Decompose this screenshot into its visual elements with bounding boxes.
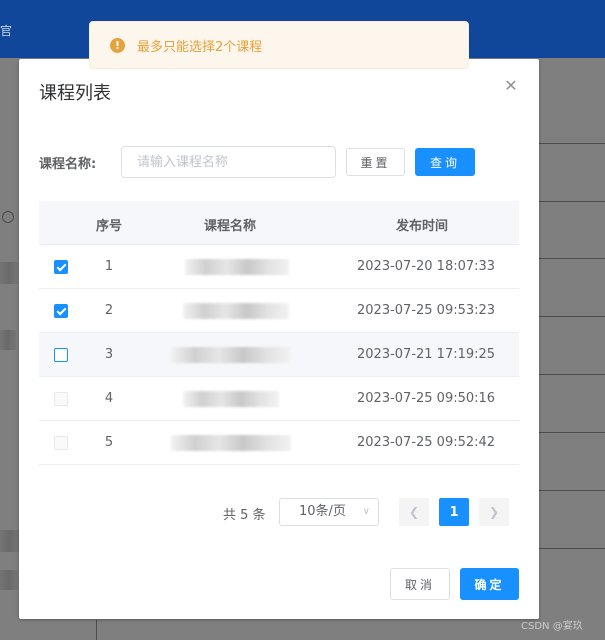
row-index: 3 [104,347,114,362]
dialog-title: 课程列表 [39,83,111,104]
course-name-blurred [171,343,291,367]
row-index: 1 [104,259,114,274]
table-row: 5 2023-07-25 09:52:42 [39,421,519,465]
chevron-down-icon: ∨ [362,506,370,517]
warning-toast: ! 最多只能选择2个课程 [89,21,469,69]
chevron-right-icon: ❯ [488,505,500,519]
warning-icon: ! [110,37,125,53]
row-checkbox[interactable] [54,304,68,318]
reset-button[interactable]: 重置 [346,148,405,176]
close-icon[interactable]: ✕ [503,78,519,94]
pagination-total: 共 5 条 [223,508,266,523]
next-page-button[interactable]: ❯ [479,498,509,526]
table-row[interactable]: 3 2023-07-21 17:19:25 [39,333,519,377]
column-header-index: 序号 [96,219,123,234]
query-button[interactable]: 查询 [415,148,475,176]
table-header: 序号 课程名称 发布时间 [39,201,519,245]
chevron-left-icon: ❮ [408,505,420,519]
column-header-name: 课程名称 [204,219,257,234]
search-label: 课程名称: [39,157,97,172]
row-checkbox[interactable] [54,348,68,362]
confirm-button[interactable]: 确定 [460,568,519,600]
publish-time: 2023-07-20 18:07:33 [357,259,496,274]
course-table: 序号 课程名称 发布时间 1 2023-07-20 18:07:33 2 202… [39,201,519,465]
publish-time: 2023-07-25 09:53:23 [357,303,496,318]
course-name-blurred [171,431,291,455]
watermark: CSDN @宴玖 [521,621,583,632]
row-checkbox-disabled [54,436,68,450]
prev-page-button[interactable]: ❮ [399,498,429,526]
table-row: 4 2023-07-25 09:50:16 [39,377,519,421]
page-size-value: 10条/页 [299,504,346,519]
page-size-select[interactable]: 10条/页 ∨ [279,498,379,526]
row-checkbox[interactable] [54,260,68,274]
course-name-blurred [171,255,291,279]
table-row[interactable]: 1 2023-07-20 18:07:33 [39,245,519,289]
course-name-blurred [171,387,291,411]
publish-time: 2023-07-25 09:50:16 [357,391,496,406]
publish-time: 2023-07-25 09:52:42 [357,435,496,450]
toast-message: 最多只能选择2个课程 [137,39,263,55]
row-index: 2 [104,303,114,318]
page-number-current[interactable]: 1 [439,498,469,526]
app-header-text: 官 [0,24,13,38]
course-list-dialog: 课程列表 ✕ 课程名称: 重置 查询 序号 课程名称 发布时间 1 2023-0… [19,59,539,619]
cancel-button[interactable]: 取消 [390,568,450,600]
publish-time: 2023-07-21 17:19:25 [357,347,496,362]
course-name-blurred [171,299,291,323]
course-name-search-input[interactable] [121,146,336,178]
table-row[interactable]: 2 2023-07-25 09:53:23 [39,289,519,333]
row-index: 4 [104,391,114,406]
row-checkbox-disabled [54,392,68,406]
column-header-time: 发布时间 [396,219,449,234]
row-index: 5 [104,435,114,450]
